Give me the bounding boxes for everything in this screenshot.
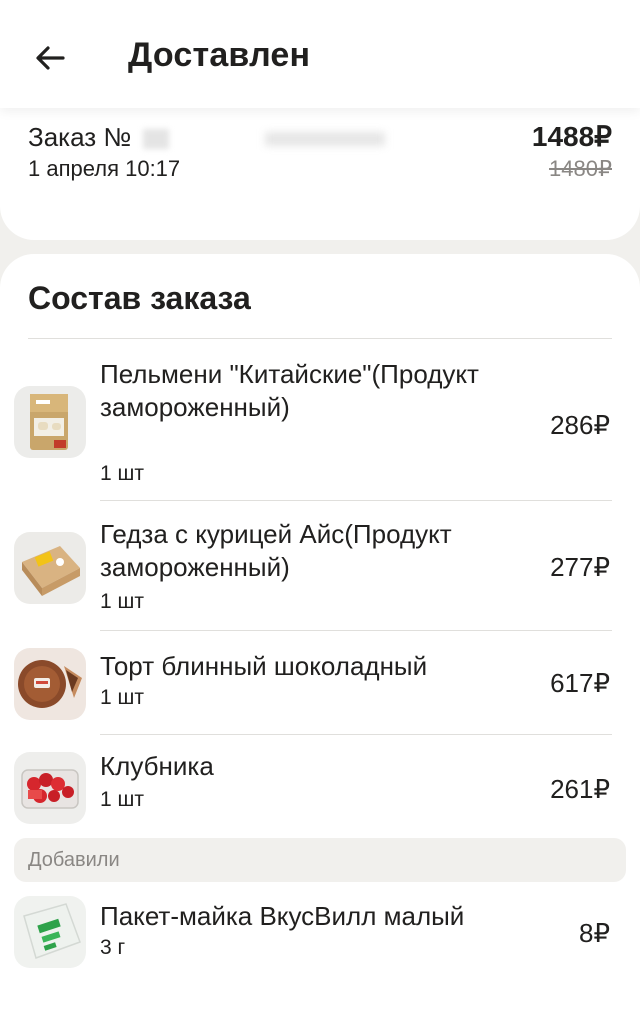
back-button[interactable] — [22, 30, 78, 86]
divider — [100, 734, 612, 735]
product-image — [14, 386, 86, 458]
order-number-label: Заказ № — [28, 122, 132, 152]
product-image — [14, 532, 86, 604]
added-section-header: Добавили — [14, 838, 626, 882]
list-item[interactable]: Пакет-майка ВкусВилл малый 3 г 8₽ — [0, 890, 640, 978]
page-title: Доставлен — [128, 36, 311, 74]
product-image — [14, 648, 86, 720]
divider — [100, 500, 612, 501]
item-name: Клубника — [100, 751, 214, 781]
top-bar: Доставлен — [0, 0, 640, 108]
order-old-total: 1480₽ — [549, 156, 612, 181]
item-price: 261₽ — [550, 774, 610, 804]
added-section-label: Добавили — [28, 849, 120, 871]
product-image — [14, 896, 86, 968]
item-quantity: 1 шт — [100, 686, 144, 709]
divider — [100, 630, 612, 631]
order-total: 1488₽ — [531, 121, 612, 152]
item-price: 286₽ — [550, 410, 610, 440]
order-date: 1 апреля 10:17 — [28, 156, 181, 181]
item-price: 277₽ — [550, 552, 610, 582]
redacted-order-number-part — [265, 132, 386, 147]
item-price: 617₽ — [550, 668, 610, 698]
redacted-order-number — [143, 129, 170, 150]
item-name: Пакет-майка ВкусВилл малый — [100, 901, 465, 931]
order-items-card: Состав заказа Пельмени "Китайские"(Проду… — [0, 254, 640, 1014]
item-price: 8₽ — [578, 918, 610, 948]
item-quantity: 1 шт — [100, 590, 144, 613]
section-title: Состав заказа — [28, 280, 251, 316]
item-name: Гедза с курицей Айс(Продукт замороженный… — [100, 519, 452, 582]
item-name: Торт блинный шоколадный — [100, 651, 428, 681]
order-number: Заказ № — [28, 122, 386, 153]
list-item[interactable]: Торт блинный шоколадный 1 шт 617₽ — [0, 640, 640, 734]
order-summary-card: Заказ № 1 апреля 10:17 1488₽ 1480₽ — [0, 98, 640, 240]
arrow-left-icon — [36, 46, 65, 70]
product-image — [14, 752, 86, 824]
item-quantity: 1 шт — [100, 462, 144, 485]
list-item[interactable]: Пельмени "Китайские"(Продукт замороженны… — [0, 350, 640, 500]
divider — [28, 338, 612, 339]
list-item[interactable]: Клубника 1 шт 261₽ — [0, 744, 640, 834]
item-name: Пельмени "Китайские"(Продукт замороженны… — [100, 359, 479, 422]
item-quantity: 1 шт — [100, 788, 144, 811]
item-quantity: 3 г — [100, 936, 126, 959]
list-item[interactable]: Гедза с курицей Айс(Продукт замороженный… — [0, 510, 640, 630]
